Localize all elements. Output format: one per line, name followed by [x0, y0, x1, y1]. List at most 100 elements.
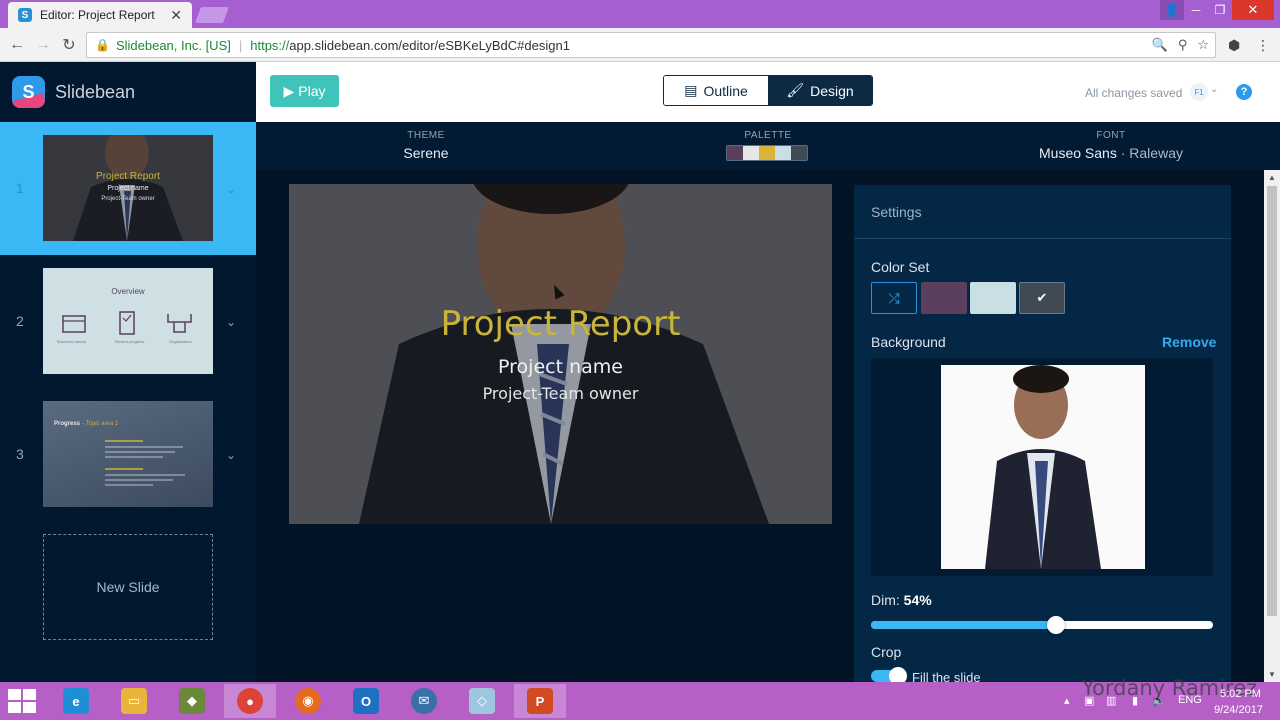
- crop-label: Crop: [871, 644, 902, 660]
- chevron-down-icon[interactable]: ⌄: [226, 448, 236, 462]
- slides-sidebar: S Slidebean 1 Project Report Project nam…: [0, 62, 256, 682]
- scroll-down-icon[interactable]: ▼: [1268, 670, 1276, 679]
- slide-item-1[interactable]: 1 Project Report Project name Project-Te…: [0, 122, 256, 255]
- forward-icon[interactable]: →: [32, 34, 54, 56]
- dim-slider[interactable]: [871, 616, 1213, 634]
- chevron-down-icon[interactable]: ⌄: [1210, 84, 1218, 95]
- help-icon[interactable]: ?: [1236, 84, 1252, 100]
- firefox-app-button[interactable]: ◉: [282, 684, 334, 718]
- bookmark-star-icon[interactable]: ☆: [1197, 37, 1209, 53]
- main-slide-preview[interactable]: Project Report Project name Project-Team…: [289, 184, 832, 524]
- palette-color: [727, 146, 743, 160]
- view-toggle: ▤ Outline 🖌 Design: [663, 75, 873, 106]
- dim-slider-handle[interactable]: [1046, 616, 1065, 634]
- thumb-caption: Organization: [169, 339, 192, 344]
- slide-item-2[interactable]: 2 Overview Business history Recent progr…: [0, 255, 256, 388]
- background-label: Background: [871, 334, 946, 350]
- color-swatch[interactable]: [970, 282, 1016, 314]
- back-icon[interactable]: ←: [6, 34, 28, 56]
- explorer-app-button[interactable]: ▭: [108, 684, 160, 718]
- tab-close-icon[interactable]: ✕: [170, 7, 182, 24]
- palette-label: PALETTE: [744, 130, 792, 141]
- app-button-3[interactable]: ◆: [166, 684, 218, 718]
- app-button-8[interactable]: ◇: [456, 684, 508, 718]
- scrollbar-thumb[interactable]: [1267, 186, 1277, 616]
- ie-app-button[interactable]: e: [50, 684, 102, 718]
- thumb-caption: Business history: [57, 339, 87, 344]
- avatar[interactable]: F1: [1190, 83, 1208, 101]
- slide-thumbnail[interactable]: Project Report Project name Project-Team…: [43, 135, 213, 241]
- fill-slide-toggle[interactable]: [871, 667, 907, 685]
- new-tab-button[interactable]: [195, 7, 229, 23]
- background-image-box[interactable]: [871, 358, 1213, 576]
- clock-date[interactable]: 9/24/2017: [1214, 704, 1263, 716]
- color-swatch-selected[interactable]: ✔: [1019, 282, 1065, 314]
- slide-title[interactable]: Project Report: [289, 304, 832, 344]
- app-icon: ◆: [179, 688, 205, 714]
- thunderbird-icon: ✉: [411, 688, 437, 714]
- font-selector[interactable]: FONT Museo Sans · Raleway: [1036, 130, 1186, 161]
- color-set-label: Color Set: [871, 259, 930, 275]
- zoom-icon[interactable]: 🔍: [1152, 37, 1168, 53]
- brush-icon: 🖌: [786, 82, 805, 98]
- chrome-icon: ●: [237, 688, 263, 714]
- slide-item-3[interactable]: 3 Progress - Topic area 1 ⌄: [0, 388, 256, 521]
- play-button[interactable]: ▶ Play: [270, 75, 339, 107]
- color-swatch[interactable]: [921, 282, 967, 314]
- tab-design[interactable]: 🖌 Design: [768, 76, 872, 105]
- thumb-line1: Project name: [107, 185, 149, 192]
- palette-selector[interactable]: PALETTE: [726, 130, 810, 161]
- clock-time[interactable]: 5:02 PM: [1220, 688, 1261, 700]
- slide-dim-overlay: [289, 184, 832, 524]
- thumb-title: Overview: [111, 287, 145, 296]
- reload-icon[interactable]: ↻: [58, 34, 80, 56]
- shuffle-icon[interactable]: ⤮: [871, 282, 917, 314]
- menu-kebab-icon[interactable]: ⋮: [1256, 37, 1270, 54]
- slide-owner[interactable]: Project-Team owner: [289, 384, 832, 403]
- thunderbird-app-button[interactable]: ✉: [398, 684, 450, 718]
- lock-icon: 🔒: [95, 38, 110, 52]
- settings-panel: Settings Color Set ⤮ ✔ Background Remove…: [854, 185, 1231, 685]
- slide-subtitle[interactable]: Project name: [289, 356, 832, 378]
- maximize-window-button[interactable]: ❐: [1208, 0, 1232, 20]
- dim-slider-fill: [871, 621, 1056, 629]
- thumb-title: Project Report: [96, 171, 160, 182]
- theme-selector[interactable]: THEME Serene: [396, 130, 456, 161]
- scroll-up-icon[interactable]: ▲: [1268, 173, 1276, 182]
- theme-bar: THEME Serene PALETTE FONT Museo Sans · R…: [256, 122, 1280, 170]
- address-bar[interactable]: 🔒 Slidebean, Inc. [US] | https:// app.sl…: [86, 32, 1216, 58]
- outlook-icon: O: [353, 688, 379, 714]
- chrome-app-button[interactable]: ●: [224, 684, 276, 718]
- play-icon: ▶: [283, 82, 295, 99]
- palette-color: [775, 146, 791, 160]
- tab-outline[interactable]: ▤ Outline: [664, 76, 768, 105]
- chevron-down-icon[interactable]: ⌄: [226, 315, 236, 329]
- extension-icon[interactable]: ⬢: [1228, 37, 1240, 54]
- theme-value: Serene: [403, 145, 449, 161]
- close-window-button[interactable]: ✕: [1232, 0, 1274, 20]
- palette-color: [759, 146, 775, 160]
- windows-start-icon[interactable]: [8, 689, 36, 713]
- internet-explorer-icon: e: [63, 688, 89, 714]
- design-label: Design: [810, 82, 854, 99]
- tray-expand-icon[interactable]: ▴: [1064, 694, 1070, 707]
- slide-thumbnail[interactable]: Overview Business history Recent progres…: [43, 268, 213, 374]
- browser-tab[interactable]: S Editor: Project Report ✕: [8, 2, 192, 28]
- settings-header: Settings: [854, 185, 1231, 239]
- dim-label: Dim: 54%: [871, 592, 932, 608]
- outline-list-icon: ▤: [684, 82, 698, 98]
- outlook-app-button[interactable]: O: [340, 684, 392, 718]
- brand[interactable]: S Slidebean: [12, 76, 135, 108]
- pin-icon[interactable]: ⚲: [1178, 37, 1188, 53]
- panel-scrollbar[interactable]: ▲ ▼: [1264, 170, 1280, 682]
- url-separator: |: [238, 37, 243, 53]
- profile-icon[interactable]: 👤: [1160, 0, 1184, 20]
- new-slide-button[interactable]: New Slide: [43, 534, 213, 640]
- remove-background-button[interactable]: Remove: [1162, 334, 1216, 350]
- powerpoint-app-button[interactable]: P: [514, 684, 566, 718]
- play-label: Play: [298, 83, 326, 99]
- url-scheme: https://: [250, 37, 290, 53]
- minimize-window-button[interactable]: ─: [1184, 0, 1208, 20]
- chevron-down-icon[interactable]: ⌄: [226, 182, 236, 196]
- slide-thumbnail[interactable]: Progress - Topic area 1: [43, 401, 213, 507]
